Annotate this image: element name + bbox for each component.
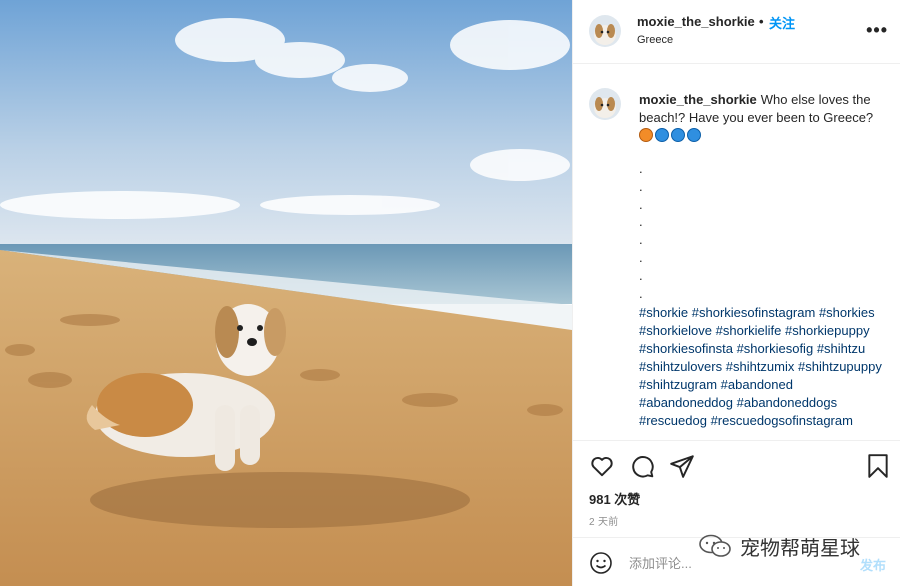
hashtag-link[interactable]: #shorkiesofinstagram [692, 305, 816, 320]
wave-icon [671, 128, 685, 142]
hashtag-link[interactable]: #shorkiesofinsta [639, 341, 733, 356]
caption-dot: . [639, 285, 643, 301]
avatar[interactable] [589, 15, 621, 47]
caption-dot: . [639, 196, 643, 212]
fox-face-icon [639, 128, 653, 142]
more-options-icon[interactable]: ••• [866, 20, 888, 41]
location-link[interactable]: Greece [637, 34, 673, 46]
comments-area[interactable]: moxie_the_shorkie Who else loves the beac… [573, 64, 900, 440]
hashtag-link[interactable]: #abandoneddog [639, 395, 733, 410]
post-side-panel: moxie_the_shorkie • 关注 Greece ••• moxie_… [572, 0, 900, 586]
hashtag-link[interactable]: #shorkielife [716, 323, 782, 338]
hashtag-link[interactable]: #shorkiesofig [737, 341, 814, 356]
caption-dot: . [639, 232, 643, 248]
caption-dots: ........ [639, 160, 659, 302]
username-link[interactable]: moxie_the_shorkie [637, 14, 755, 29]
hashtag-link[interactable]: #shorkiepuppy [785, 323, 870, 338]
hashtag-link[interactable]: #abandoned [721, 377, 793, 392]
emoji-icon[interactable] [589, 551, 613, 575]
hashtag-link[interactable]: #rescuedogsofinstagram [711, 413, 853, 428]
post-comment-button[interactable]: 发布 [860, 555, 886, 574]
caption-dot: . [639, 267, 643, 283]
caption-dot: . [639, 178, 643, 194]
caption-dot: . [639, 161, 643, 176]
hashtag-link[interactable]: #shihtzugram [639, 377, 717, 392]
hashtag-link[interactable]: #rescuedog [639, 413, 707, 428]
hashtag-link[interactable]: #abandoneddogs [737, 395, 838, 410]
comment-icon[interactable] [629, 453, 655, 479]
heart-icon[interactable] [589, 453, 615, 479]
follow-button[interactable]: 关注 [769, 13, 795, 32]
hashtag-link[interactable]: #shihtzumix [726, 359, 795, 374]
hashtag-link[interactable]: #shihtzulovers [639, 359, 722, 374]
post-caption: moxie_the_shorkie Who else loves the beac… [639, 91, 883, 145]
post-timestamp[interactable]: 2 天前 [589, 513, 619, 528]
hashtag-link[interactable]: #shorkielove [639, 323, 712, 338]
caption-dot: . [639, 249, 643, 265]
wave-icon [655, 128, 669, 142]
post-actions: 981 次赞 2 天前 发布 [573, 440, 900, 586]
hashtag-link[interactable]: #shihtzu [817, 341, 865, 356]
wave-icon [687, 128, 701, 142]
watermark-text: 宠物帮萌星球 [740, 536, 860, 560]
like-count[interactable]: 981 次赞 [589, 489, 640, 508]
separator-dot: • [759, 14, 764, 29]
hashtag-link[interactable]: #shorkies [819, 305, 875, 320]
caption-avatar[interactable] [589, 88, 621, 120]
share-icon[interactable] [669, 453, 695, 479]
caption-username[interactable]: moxie_the_shorkie [639, 92, 757, 107]
post-header: moxie_the_shorkie • 关注 Greece ••• [573, 0, 900, 64]
bookmark-icon[interactable] [865, 453, 891, 479]
hashtag-list: #shorkie #shorkiesofinstagram #shorkies … [639, 304, 889, 430]
hashtag-link[interactable]: #shihtzupuppy [798, 359, 882, 374]
wechat-logo-icon [699, 534, 731, 557]
hashtag-link[interactable]: #shorkie [639, 305, 688, 320]
caption-dot: . [639, 214, 643, 230]
post-photo[interactable] [0, 0, 572, 586]
